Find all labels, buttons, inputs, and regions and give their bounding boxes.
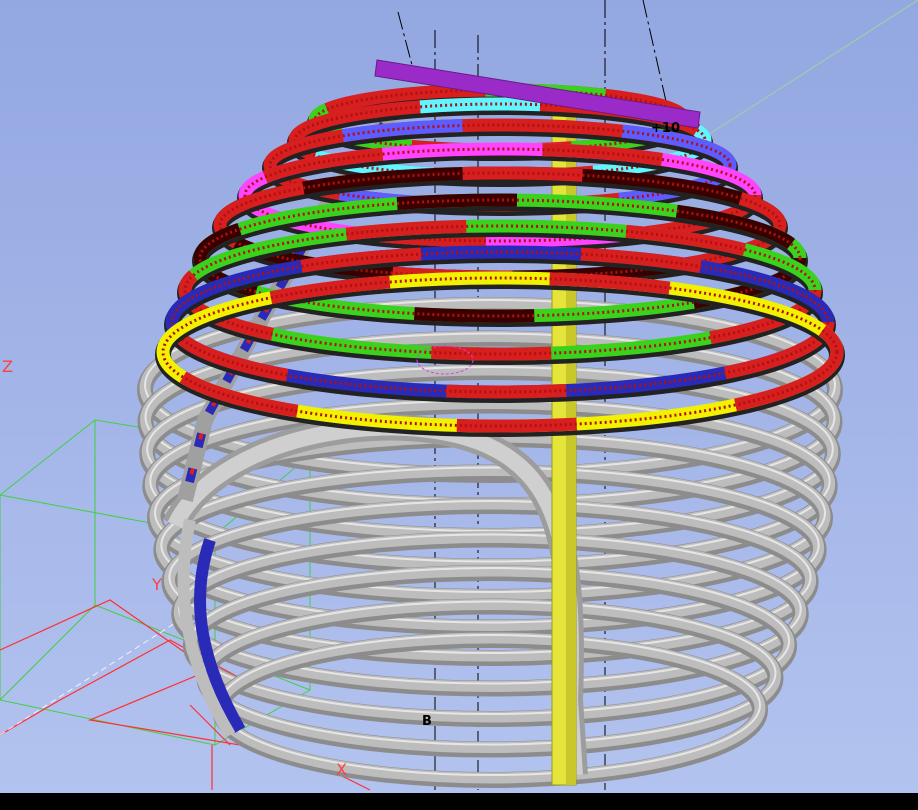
- axis-z-label: Z: [2, 357, 13, 376]
- 3d-model-viewport[interactable]: +10 B Z Y X: [0, 0, 918, 793]
- bottom-status-bar: [0, 793, 918, 810]
- elevation-label: +10: [651, 121, 680, 136]
- model-canvas[interactable]: +10 B Z Y X: [0, 0, 918, 793]
- axis-x-label: X: [336, 760, 347, 779]
- gridline-label-b: B: [422, 714, 432, 729]
- axis-y-label: Y: [151, 575, 162, 594]
